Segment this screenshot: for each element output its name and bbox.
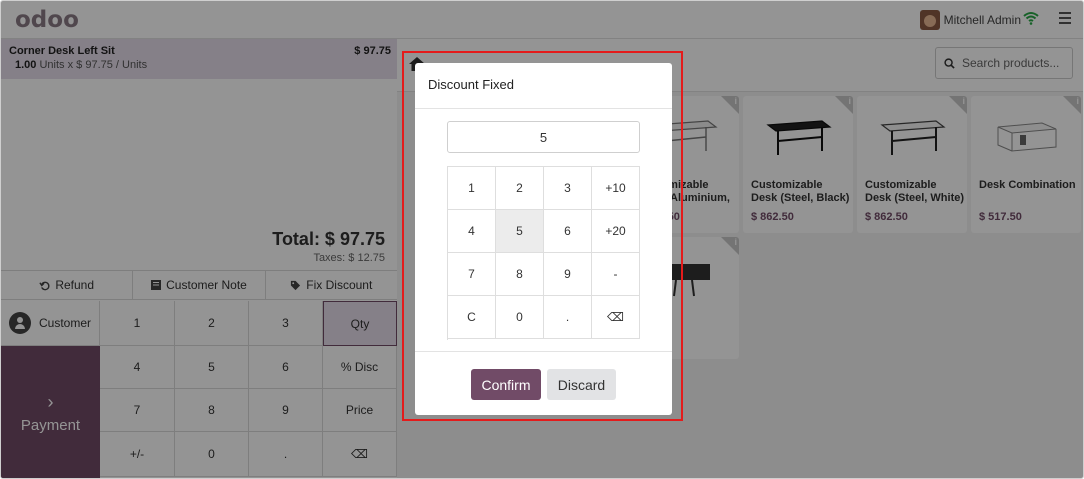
discount-dialog: Discount Fixed 5 1 2 3 +10 4 5 6 +20 7 8… (415, 63, 672, 415)
dialog-key[interactable]: 4 (448, 210, 496, 253)
dialog-key[interactable]: 9 (544, 253, 592, 296)
dialog-key-backspace[interactable]: ⌫ (592, 296, 640, 339)
dialog-key-selected[interactable]: 5 (496, 210, 544, 253)
dialog-numpad: 1 2 3 +10 4 5 6 +20 7 8 9 - C 0 . ⌫ (447, 166, 640, 340)
dialog-key[interactable]: 0 (496, 296, 544, 339)
dialog-key-decimal[interactable]: . (544, 296, 592, 339)
dialog-key[interactable]: 2 (496, 167, 544, 210)
dialog-key[interactable]: 6 (544, 210, 592, 253)
dialog-key-plus10[interactable]: +10 (592, 167, 640, 210)
dialog-key-plus20[interactable]: +20 (592, 210, 640, 253)
dialog-key-minus[interactable]: - (592, 253, 640, 296)
discard-button[interactable]: Discard (547, 369, 616, 400)
dialog-key[interactable]: 1 (448, 167, 496, 210)
dialog-key[interactable]: 3 (544, 167, 592, 210)
dialog-key-clear[interactable]: C (448, 296, 496, 339)
dialog-key[interactable]: 8 (496, 253, 544, 296)
dialog-title: Discount Fixed (428, 77, 514, 92)
discount-value-input[interactable]: 5 (447, 121, 640, 153)
confirm-button[interactable]: Confirm (471, 369, 541, 400)
pos-screen: odoo Mitchell Admin Corner Desk Left Sit… (0, 0, 1084, 479)
dialog-key[interactable]: 7 (448, 253, 496, 296)
dialog-divider (415, 351, 672, 352)
dialog-divider (415, 108, 672, 109)
